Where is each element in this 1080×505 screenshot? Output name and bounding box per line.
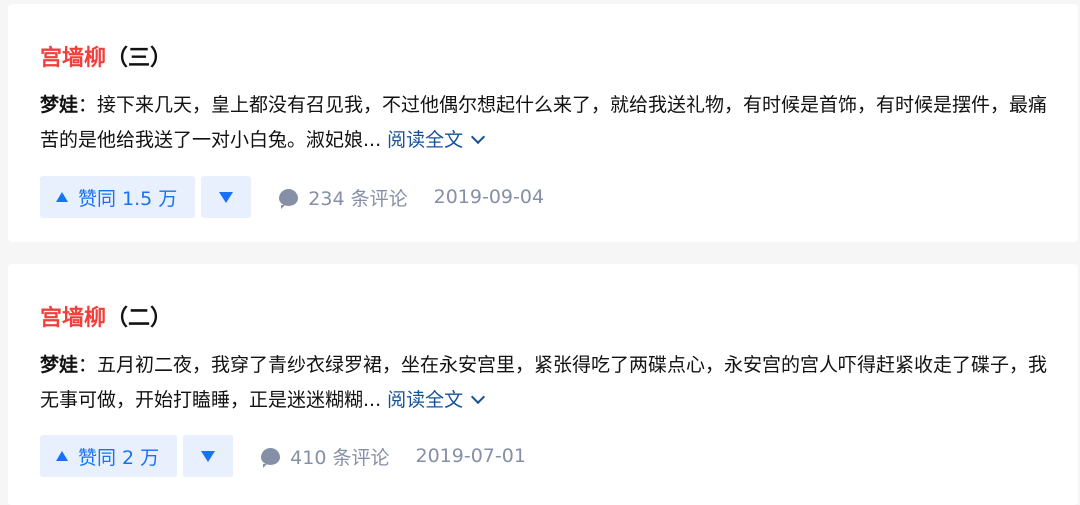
- title-suffix[interactable]: （二）: [106, 306, 172, 331]
- read-more-label: 阅读全文: [387, 389, 464, 411]
- comments-count: 234 条评论: [308, 187, 408, 210]
- read-more-label: 阅读全文: [387, 129, 464, 151]
- author-name[interactable]: 梦娃: [40, 354, 78, 376]
- excerpt-text: 五月初二夜，我穿了青纱衣绿罗裙，坐在永安宫里，紧张得吃了两碟点心，永安宫的宫人吓…: [40, 354, 1048, 411]
- article-title[interactable]: 宫墙柳（二）: [40, 302, 1046, 336]
- read-more-link[interactable]: 阅读全文: [387, 129, 486, 151]
- read-more-link[interactable]: 阅读全文: [387, 389, 486, 411]
- article-title[interactable]: 宫墙柳（三）: [40, 42, 1046, 76]
- article-card: 宫墙柳（二） 梦娃：五月初二夜，我穿了青纱衣绿罗裙，坐在永安宫里，紧张得吃了两碟…: [8, 264, 1078, 505]
- upvote-button[interactable]: 赞同 1.5 万: [40, 176, 196, 218]
- comments-button[interactable]: 410 条评论: [261, 443, 389, 470]
- triangle-up-icon: [56, 451, 68, 461]
- title-highlight[interactable]: 宫墙柳: [40, 306, 106, 331]
- author-colon: ：: [78, 94, 98, 116]
- action-bar: 赞同 2 万 410 条评论 2019-07-01: [40, 435, 526, 477]
- comments-button[interactable]: 234 条评论: [279, 184, 408, 211]
- article-card: 宫墙柳（三） 梦娃：接下来几天，皇上都没有召见我，不过他偶尔想起什么来了，就给我…: [8, 4, 1078, 242]
- upvote-button[interactable]: 赞同 2 万: [40, 435, 178, 477]
- comment-bubble-icon: [261, 447, 281, 468]
- title-suffix[interactable]: （三）: [106, 46, 172, 71]
- action-bar: 赞同 1.5 万 234 条评论 2019-09-04: [40, 176, 544, 218]
- comment-bubble-icon: [279, 188, 299, 209]
- triangle-up-icon: [56, 192, 68, 202]
- article-excerpt[interactable]: 梦娃：五月初二夜，我穿了青纱衣绿罗裙，坐在永安宫里，紧张得吃了两碟点心，永安宫的…: [40, 348, 1050, 418]
- chevron-down-icon: [471, 389, 486, 405]
- comments-count: 410 条评论: [290, 446, 390, 469]
- publish-date: 2019-09-04: [433, 186, 545, 208]
- title-highlight[interactable]: 宫墙柳: [40, 46, 106, 71]
- downvote-button[interactable]: [183, 435, 234, 477]
- downvote-button[interactable]: [201, 176, 252, 218]
- author-name[interactable]: 梦娃: [40, 94, 78, 116]
- publish-date: 2019-07-01: [415, 445, 526, 467]
- article-excerpt[interactable]: 梦娃：接下来几天，皇上都没有召见我，不过他偶尔想起什么来了，就给我送礼物，有时候…: [40, 88, 1050, 158]
- upvote-label: 赞同 1.5 万: [78, 187, 178, 210]
- chevron-down-icon: [471, 129, 486, 145]
- triangle-down-icon: [219, 191, 234, 203]
- upvote-label: 赞同 2 万: [78, 446, 160, 469]
- triangle-down-icon: [201, 450, 216, 462]
- author-colon: ：: [78, 354, 98, 376]
- excerpt-text: 接下来几天，皇上都没有召见我，不过他偶尔想起什么来了，就给我送礼物，有时候是首饰…: [40, 94, 1048, 151]
